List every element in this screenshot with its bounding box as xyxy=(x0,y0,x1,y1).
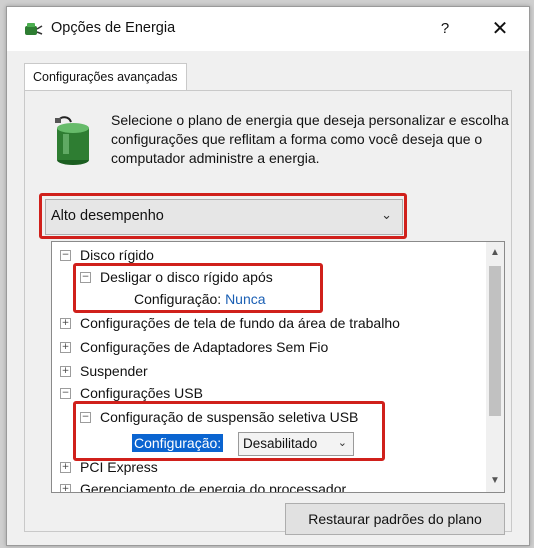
tree-setting-disk: Configuração: Nunca xyxy=(134,288,266,310)
window-title: Opções de Energia xyxy=(51,20,176,36)
tree-item-usb[interactable]: − Configurações USB xyxy=(60,382,203,404)
setting-label: Configuração: xyxy=(134,291,222,307)
tree-label: PCI Express xyxy=(80,459,158,475)
battery-plan-icon xyxy=(55,116,89,165)
tree-item-desktop-background[interactable]: + Configurações de tela de fundo da área… xyxy=(60,312,400,334)
setting-value-link[interactable]: Nunca xyxy=(225,291,265,307)
tree-item-processor[interactable]: + Gerenciamento de energia do processado… xyxy=(60,478,347,493)
usb-setting-value: Desabilitado xyxy=(243,436,318,451)
tree-item-pci-express[interactable]: + PCI Express xyxy=(60,456,158,478)
tree-item-disco-rigido[interactable]: − Disco rígido xyxy=(60,244,154,266)
scroll-thumb[interactable] xyxy=(489,266,501,416)
tab-advanced-settings[interactable]: Configurações avançadas xyxy=(24,63,187,91)
expand-icon[interactable]: + xyxy=(60,462,71,473)
collapse-icon[interactable]: − xyxy=(60,388,71,399)
tree-label: Desligar o disco rígido após xyxy=(100,269,273,285)
tree-label: Configuração de suspensão seletiva USB xyxy=(100,409,359,425)
help-button[interactable]: ? xyxy=(430,15,460,43)
scroll-up-icon[interactable]: ▲ xyxy=(486,244,504,262)
description-text: Selecione o plano de energia que deseja … xyxy=(111,112,509,166)
setting-label-selected: Configuração: xyxy=(132,434,224,452)
collapse-icon[interactable]: − xyxy=(80,412,91,423)
tab-strip: Configurações avançadas xyxy=(7,51,529,91)
restore-defaults-button[interactable]: Restaurar padrões do plano xyxy=(285,503,505,535)
collapse-icon[interactable]: − xyxy=(60,250,71,261)
tree-scrollbar[interactable]: ▲ ▼ xyxy=(486,242,504,492)
close-button[interactable]: ✕ xyxy=(485,15,515,43)
tree-item-sleep[interactable]: + Suspender xyxy=(60,360,148,382)
tree-label: Configurações USB xyxy=(80,385,203,401)
tree-setting-usb: Configuração: xyxy=(132,432,224,454)
tree-label: Disco rígido xyxy=(80,247,154,263)
scroll-down-icon[interactable]: ▼ xyxy=(486,472,504,490)
collapse-icon[interactable]: − xyxy=(80,272,91,283)
usb-setting-dropdown[interactable]: Desabilitado ⌄ xyxy=(238,432,354,456)
chevron-down-icon: ⌄ xyxy=(337,437,347,449)
settings-tree[interactable]: − Disco rígido − Desligar o disco rígido… xyxy=(51,241,505,493)
tree-label: Gerenciamento de energia do processador xyxy=(80,481,347,493)
tree-label: Configurações de Adaptadores Sem Fio xyxy=(80,339,329,355)
power-plan-dropdown[interactable]: Alto desempenho ⌄ xyxy=(45,199,403,235)
expand-icon[interactable]: + xyxy=(60,318,71,329)
expand-icon[interactable]: + xyxy=(60,484,71,492)
power-plan-value: Alto desempenho xyxy=(51,208,164,224)
tree-item-desligar-disco[interactable]: − Desligar o disco rígido após xyxy=(80,266,273,288)
tree-item-usb-selective[interactable]: − Configuração de suspensão seletiva USB xyxy=(80,406,358,428)
expand-icon[interactable]: + xyxy=(60,342,71,353)
power-options-icon xyxy=(25,23,43,35)
tree-item-wireless[interactable]: + Configurações de Adaptadores Sem Fio xyxy=(60,336,328,358)
expand-icon[interactable]: + xyxy=(60,366,71,377)
title-bar: Opções de Energia ? ✕ xyxy=(7,7,529,51)
tree-label: Suspender xyxy=(80,363,148,379)
power-options-window: Opções de Energia ? ✕ Configurações avan… xyxy=(6,6,530,546)
tree-label: Configurações de tela de fundo da área d… xyxy=(80,315,400,331)
chevron-down-icon: ⌄ xyxy=(381,207,392,222)
